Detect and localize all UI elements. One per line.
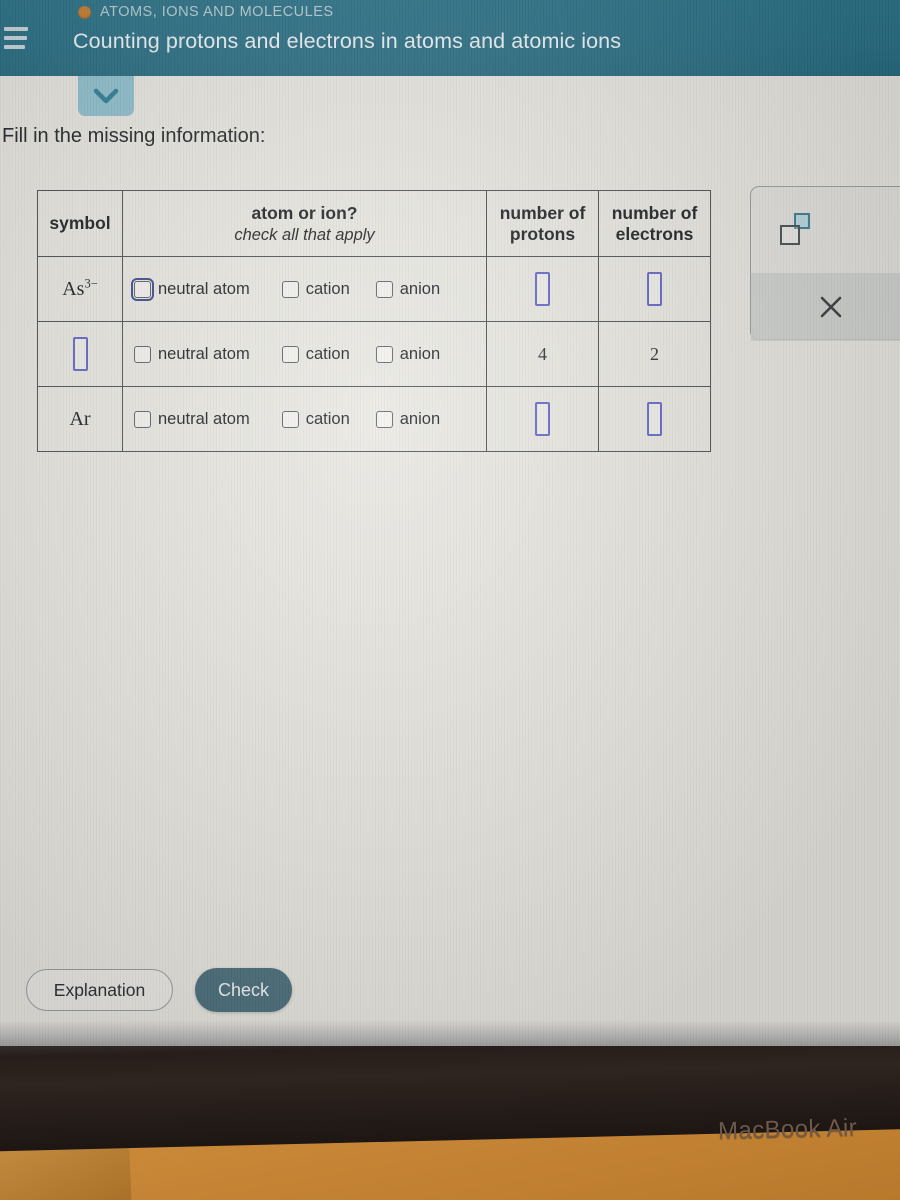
cell-atom-or-ion: neutral atom cation anion bbox=[122, 386, 487, 452]
checkbox-option-anion[interactable]: anion bbox=[375, 409, 441, 429]
cell-electrons bbox=[598, 256, 711, 322]
screen-photo-texture bbox=[0, 0, 900, 1046]
checkbox-neutral-atom[interactable] bbox=[130, 277, 155, 301]
checkbox-cation[interactable] bbox=[281, 410, 299, 428]
checkbox-anion[interactable] bbox=[375, 345, 393, 363]
column-header-atom-or-ion: atom or ion? check all that apply bbox=[122, 190, 487, 257]
cell-symbol: As3− bbox=[37, 256, 123, 322]
checkbox-label-cation: cation bbox=[305, 344, 350, 363]
cell-protons bbox=[486, 386, 599, 452]
checkbox-group: neutral atom cation anion bbox=[123, 345, 486, 364]
checkbox-cation[interactable] bbox=[281, 280, 299, 298]
topic-breadcrumb: ATOMS, IONS AND MOLECULES bbox=[78, 4, 334, 20]
chevron-down-icon bbox=[93, 88, 119, 104]
column-header-electrons: number of electrons bbox=[598, 190, 711, 257]
laptop-screen: ATOMS, IONS AND MOLECULES Counting proto… bbox=[0, 0, 900, 1046]
topic-label: ATOMS, IONS AND MOLECULES bbox=[100, 4, 334, 20]
checkbox-anion[interactable] bbox=[375, 410, 393, 428]
copy-icon-front-square bbox=[780, 225, 800, 245]
question-table: symbol atom or ion? check all that apply… bbox=[37, 190, 711, 452]
cell-atom-or-ion: neutral atom cation anion bbox=[122, 256, 487, 322]
checkbox-option-cation[interactable]: cation bbox=[281, 409, 350, 429]
explanation-button[interactable]: Explanation bbox=[26, 969, 173, 1011]
column-header-electrons-line1: number of bbox=[611, 202, 698, 223]
hamburger-menu-icon[interactable] bbox=[4, 27, 30, 49]
electrons-input[interactable] bbox=[647, 402, 662, 436]
checkbox-label-neutral-atom: neutral atom bbox=[158, 344, 250, 363]
close-button[interactable] bbox=[751, 273, 900, 341]
hamburger-line-1 bbox=[4, 27, 28, 31]
checkbox-label-anion: anion bbox=[399, 279, 441, 298]
macbook-air-brand-label: MacBook Air bbox=[717, 1114, 858, 1145]
hamburger-line-2 bbox=[4, 36, 27, 40]
electrons-input[interactable] bbox=[647, 272, 662, 306]
cell-symbol bbox=[37, 321, 123, 387]
cell-symbol: Ar bbox=[37, 386, 123, 452]
checkbox-option-neutral-atom[interactable]: neutral atom bbox=[134, 410, 250, 429]
instruction-text: Fill in the missing information: bbox=[2, 125, 266, 147]
checkbox-label-anion: anion bbox=[399, 409, 441, 428]
checkbox-label-neutral-atom: neutral atom bbox=[158, 409, 250, 428]
checkbox-label-cation: cation bbox=[305, 409, 350, 428]
checkbox-option-neutral-atom[interactable]: neutral atom bbox=[134, 345, 250, 364]
action-buttons: Explanation Check bbox=[26, 968, 292, 1012]
symbol-text: Ar bbox=[69, 408, 90, 430]
checkbox-label-cation: cation bbox=[305, 279, 350, 298]
cell-electrons bbox=[598, 386, 711, 452]
collapse-panel-tab[interactable] bbox=[78, 76, 134, 116]
cell-protons bbox=[486, 256, 599, 322]
cell-atom-or-ion: neutral atom cation anion bbox=[122, 321, 487, 387]
column-header-electrons-line2: electrons bbox=[615, 223, 694, 244]
table-body: As3− neutral atom cation anion neutral atom c… bbox=[37, 256, 711, 452]
table-row: neutral atom cation anion 4 2 bbox=[37, 321, 711, 387]
column-header-atom-or-ion-sub: check all that apply bbox=[234, 225, 375, 244]
check-button[interactable]: Check bbox=[195, 968, 292, 1012]
hamburger-line-3 bbox=[4, 45, 25, 49]
checkbox-option-anion[interactable]: anion bbox=[375, 344, 441, 364]
topic-status-dot-icon bbox=[78, 5, 91, 19]
protons-value: 4 bbox=[538, 343, 547, 364]
photograph-of-laptop-screen: MacBook Air ATOMS, IONS AND MOLECULES Co… bbox=[0, 0, 900, 1200]
column-header-symbol: symbol bbox=[37, 190, 123, 257]
checkbox-label-neutral-atom: neutral atom bbox=[158, 279, 250, 298]
checkbox-label-anion: anion bbox=[399, 344, 441, 363]
column-header-protons: number of protons bbox=[486, 190, 599, 257]
checkbox-neutral-atom[interactable] bbox=[134, 345, 151, 363]
electrons-value: 2 bbox=[650, 343, 659, 364]
checkbox-option-cation[interactable]: cation bbox=[281, 279, 350, 299]
table-row: Ar neutral atom cation anion bbox=[37, 386, 711, 452]
checkbox-anion[interactable] bbox=[375, 280, 393, 298]
protons-input[interactable] bbox=[535, 402, 550, 436]
symbol-element: Ar bbox=[69, 407, 91, 430]
symbol-element: As bbox=[62, 278, 85, 301]
symbol-text: As3− bbox=[62, 276, 98, 301]
question-table-container: symbol atom or ion? check all that apply… bbox=[37, 190, 711, 452]
checkbox-group: neutral atom cation anion bbox=[123, 277, 486, 301]
table-row: As3− neutral atom cation anion bbox=[37, 256, 711, 322]
close-x-icon bbox=[820, 296, 842, 318]
copy-windows-icon[interactable] bbox=[780, 213, 814, 245]
checkbox-neutral-atom[interactable] bbox=[134, 410, 151, 428]
column-header-protons-line1: number of bbox=[499, 202, 586, 223]
column-header-atom-or-ion-label: atom or ion? bbox=[251, 202, 358, 223]
floating-utility-panel bbox=[750, 186, 900, 341]
table-header: symbol atom or ion? check all that apply… bbox=[37, 190, 711, 257]
checkbox-cation[interactable] bbox=[281, 345, 299, 363]
page-title: Counting protons and electrons in atoms … bbox=[73, 29, 622, 53]
table-header-row: symbol atom or ion? check all that apply… bbox=[37, 190, 711, 257]
checkbox-option-cation[interactable]: cation bbox=[281, 344, 350, 364]
screen-bottom-shadow bbox=[0, 1020, 900, 1046]
protons-input[interactable] bbox=[535, 272, 550, 306]
checkbox-group: neutral atom cation anion bbox=[123, 410, 486, 429]
symbol-charge: 3− bbox=[84, 276, 98, 291]
app-header: ATOMS, IONS AND MOLECULES Counting proto… bbox=[0, 0, 900, 76]
checkbox-option-anion[interactable]: anion bbox=[375, 279, 441, 299]
checkbox-option-neutral-atom[interactable]: neutral atom bbox=[130, 277, 250, 301]
symbol-input[interactable] bbox=[72, 337, 88, 371]
cell-protons: 4 bbox=[486, 321, 599, 387]
cell-electrons: 2 bbox=[598, 321, 711, 387]
column-header-protons-line2: protons bbox=[509, 223, 576, 244]
